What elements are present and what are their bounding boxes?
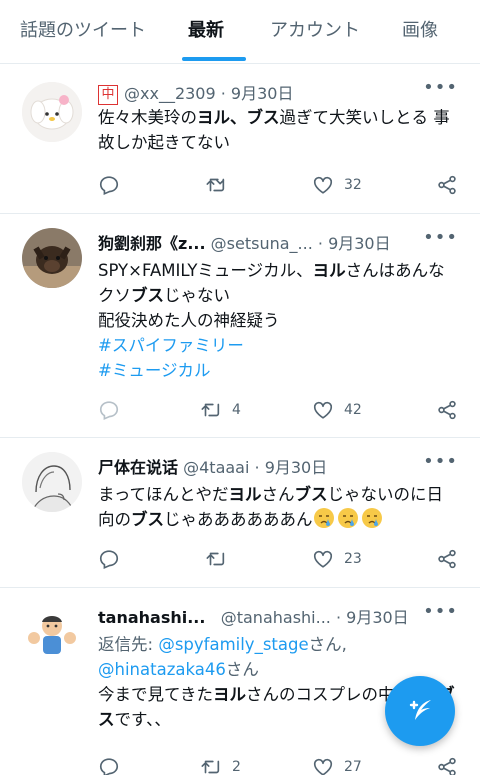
retweet-count: 2 — [232, 759, 241, 775]
like-icon — [313, 758, 333, 775]
share-icon — [438, 549, 456, 569]
avatar[interactable] — [22, 602, 82, 662]
reply-icon — [99, 176, 119, 195]
more-icon[interactable]: ••• — [423, 77, 458, 98]
handle[interactable]: @xx__2309 — [124, 84, 216, 103]
like-count: 42 — [344, 402, 362, 418]
compose-tweet-button[interactable] — [385, 676, 455, 746]
reply-icon — [99, 758, 119, 775]
retweet-button[interactable]: 2 — [200, 756, 241, 775]
share-button[interactable] — [436, 756, 458, 775]
tab-images[interactable]: 画像 — [402, 16, 438, 42]
like-icon — [313, 550, 333, 568]
reply-icon — [99, 550, 119, 569]
retweet-button[interactable] — [205, 548, 227, 570]
crying-face-emoji-icon — [361, 508, 382, 528]
retweet-icon — [201, 760, 220, 774]
mention-link[interactable]: @hinatazaka46 — [98, 660, 226, 679]
share-icon — [438, 175, 456, 195]
reply-button[interactable] — [98, 399, 120, 421]
avatar[interactable] — [22, 452, 82, 512]
reply-button[interactable] — [98, 548, 120, 570]
more-icon[interactable]: ••• — [423, 227, 458, 248]
like-icon — [313, 176, 333, 194]
share-icon — [438, 757, 456, 775]
like-button[interactable]: 27 — [312, 756, 362, 775]
tab-latest[interactable]: 最新 — [188, 16, 224, 42]
tweet-2[interactable]: 狗劉刹那《z... @setsuna_... · 9月30日 ••• SPY×F… — [0, 214, 480, 438]
avatar-image — [22, 602, 82, 662]
avatar-image — [22, 82, 82, 142]
like-count: 32 — [344, 177, 362, 193]
display-name[interactable]: 尸体在说话 — [98, 458, 178, 477]
like-icon — [313, 401, 333, 419]
like-button[interactable]: 23 — [312, 548, 362, 570]
reply-context: 返信先: @spyfamily_stageさん, — [98, 635, 347, 654]
like-button[interactable]: 42 — [312, 399, 362, 421]
reply-button[interactable] — [98, 174, 120, 196]
like-count: 23 — [344, 551, 362, 567]
hashtag-link[interactable]: #ミュージカル — [98, 358, 458, 383]
like-count: 27 — [344, 759, 362, 775]
display-name[interactable]: 狗劉刹那《z... — [98, 234, 206, 253]
tab-accounts[interactable]: アカウント — [270, 16, 360, 42]
avatar-image — [22, 228, 82, 288]
retweet-button[interactable] — [205, 174, 227, 196]
more-icon[interactable]: ••• — [423, 601, 458, 622]
tab-top[interactable]: 話題のツイート — [20, 16, 146, 42]
avatar[interactable] — [22, 228, 82, 288]
timestamp[interactable]: · 9月30日 — [336, 608, 409, 627]
hashtag-link[interactable]: #スパイファミリー — [98, 333, 458, 358]
mention-link[interactable]: @spyfamily_stage — [158, 635, 308, 654]
retweet-count: 4 — [232, 402, 241, 418]
tweet-1[interactable]: 中 @xx__2309 · 9月30日 ••• 佐々木美玲のヨル、ブス過ぎて大笑い… — [0, 64, 480, 214]
display-name[interactable]: tanahashi... — [98, 608, 205, 627]
timestamp[interactable]: · 9月30日 — [318, 234, 391, 253]
handle[interactable]: @tanahashi... — [221, 608, 331, 627]
tweet-header: 狗劉刹那《z... @setsuna_... · 9月30日 — [98, 230, 391, 254]
tweet-text: SPY×FAMILYミュージカル、ヨルさんはあんなクソブスじゃない 配役決めた人… — [98, 258, 458, 383]
crying-face-emoji-icon — [337, 508, 358, 528]
share-button[interactable] — [436, 548, 458, 570]
reply-button[interactable] — [98, 756, 120, 775]
tweet-header: 中 @xx__2309 · 9月30日 — [98, 80, 293, 105]
share-button[interactable] — [436, 174, 458, 196]
timestamp[interactable]: · 9月30日 — [221, 84, 294, 103]
search-tabs: 話題のツイート 最新 アカウント 画像 — [0, 0, 480, 64]
retweet-icon — [206, 552, 225, 566]
more-icon[interactable]: ••• — [423, 451, 458, 472]
share-button[interactable] — [436, 399, 458, 421]
tweet-header: tanahashi... @tanahashi... · 9月30日 — [98, 604, 409, 628]
reply-icon — [99, 401, 119, 420]
mahjong-badge-icon: 中 — [98, 85, 118, 105]
retweet-icon — [206, 178, 225, 192]
tweet-header: 尸体在说话 @4taaai · 9月30日 — [98, 454, 327, 478]
like-button[interactable]: 32 — [312, 174, 362, 196]
handle[interactable]: @setsuna_... — [211, 234, 313, 253]
share-icon — [438, 400, 456, 420]
crying-face-emoji-icon — [313, 508, 334, 528]
timestamp[interactable]: · 9月30日 — [255, 458, 328, 477]
retweet-icon — [201, 403, 220, 417]
retweet-button[interactable]: 4 — [200, 399, 241, 421]
avatar-image — [22, 452, 82, 512]
tweet-text: まってほんとやだヨルさんブスじゃないのに日向のブスじゃああああああん — [98, 485, 444, 529]
tweet-text: 佐々木美玲のヨル、ブス過ぎて大笑いしとる 事故しか起きてない — [98, 108, 450, 152]
tweet-3[interactable]: 尸体在说话 @4taaai · 9月30日 ••• まってほんとやだヨルさんブス… — [0, 438, 480, 588]
avatar[interactable] — [22, 82, 82, 142]
handle[interactable]: @4taaai — [183, 458, 249, 477]
active-tab-indicator — [182, 57, 246, 61]
compose-icon — [409, 700, 431, 720]
